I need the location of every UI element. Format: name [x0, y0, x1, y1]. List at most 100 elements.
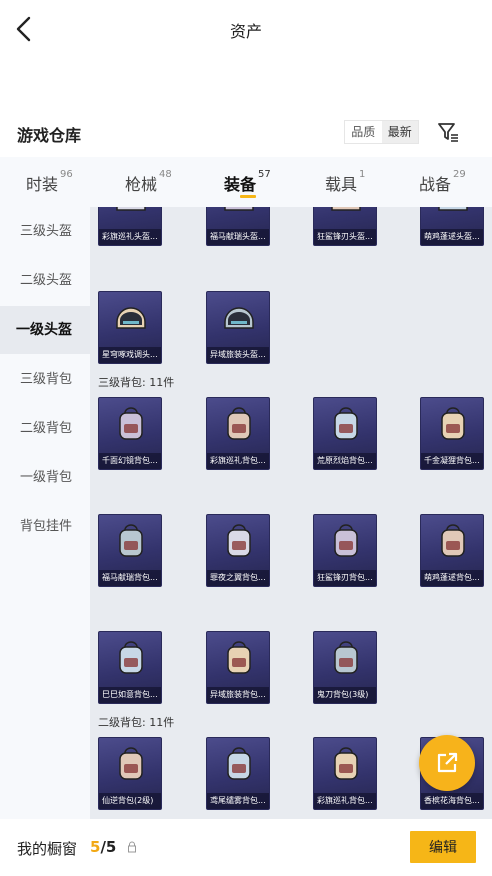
item-grid: 三级背包: 11件 二级背包: 11件 彩旗巡礼头盔... 福马献瑞头盔... 狂鲨… [90, 207, 492, 819]
top-bar: 资产 [0, 0, 492, 58]
item-card[interactable]: 狂鲨锋刃背包... [313, 514, 377, 587]
tab-equipment[interactable]: 装备57 [224, 169, 271, 195]
item-card[interactable]: 福马献瑞背包... [98, 514, 162, 587]
tab-count: 57 [258, 169, 271, 180]
item-card-name: 异域旅装背包... [207, 687, 269, 703]
sidebar-item-level3-helmet[interactable]: 三级头盔 [0, 208, 90, 256]
sidebar-item-backpack-charm[interactable]: 背包挂件 [0, 503, 90, 551]
sidebar-item-level2-helmet[interactable]: 二级头盔 [0, 257, 90, 305]
backpack-icon [227, 747, 251, 780]
backpack-icon [119, 524, 143, 557]
backpack-icon [119, 747, 143, 780]
backpack-icon [334, 641, 358, 674]
item-card-name: 彩旗巡礼头盔... [99, 229, 161, 245]
showcase-current: 5 [90, 838, 101, 856]
helmet-icon [116, 207, 146, 211]
item-card[interactable]: 仙逆背包(2级) [98, 737, 162, 810]
item-card-name: 萌鸡蓬逑背包... [421, 570, 483, 586]
backpack-icon [119, 641, 143, 674]
item-card[interactable]: 狂鲨锋刃头盔... [313, 207, 377, 246]
backpack-icon [334, 407, 358, 440]
item-card[interactable]: 鸢尾缱雾背包... [206, 737, 270, 810]
item-card-name: 仙逆背包(2级) [99, 793, 161, 809]
tab-count: 1 [359, 169, 366, 180]
showcase-count: 5/5 [90, 838, 116, 856]
sort-toggle: 品质 最新 [344, 120, 419, 144]
share-external-icon [437, 752, 458, 773]
item-card[interactable]: 鬼刀背包(3级) [313, 631, 377, 704]
backpack-icon [227, 641, 251, 674]
item-card-name: 狂鲨锋刃背包... [314, 570, 376, 586]
item-card-name: 巳巳如意背包... [99, 687, 161, 703]
item-card-name: 狂鲨锋刃头盔... [314, 229, 376, 245]
tab-combat-gear[interactable]: 战备29 [419, 169, 466, 195]
backpack-icon [227, 407, 251, 440]
active-tab-indicator [240, 195, 256, 198]
item-card-name: 罪夜之翼背包... [207, 570, 269, 586]
showcase-bar: 我的橱窗 5/5 编辑 [0, 819, 492, 876]
tab-firearms[interactable]: 枪械48 [125, 169, 172, 195]
tab-count: 96 [60, 169, 73, 180]
sort-option-quality[interactable]: 品质 [345, 121, 382, 143]
group-label-level2-backpack: 二级背包: 11件 [98, 716, 175, 729]
page-title: 资产 [229, 22, 262, 41]
section-title: 游戏仓库 [17, 126, 82, 145]
item-card[interactable]: 异域旅装头盔... [206, 291, 270, 364]
lock-icon [128, 841, 136, 853]
item-card[interactable]: 星穹啄戏调头... [98, 291, 162, 364]
item-card-name: 荒原烈焰背包... [314, 453, 376, 469]
item-card-name: 鸢尾缱雾背包... [207, 793, 269, 809]
helmet-icon [224, 207, 254, 211]
item-card-name: 福马献瑞头盔... [207, 229, 269, 245]
item-card[interactable]: 千金凝狸背包... [420, 397, 484, 470]
helmet-icon [438, 207, 468, 211]
showcase-label: 我的橱窗 [17, 840, 78, 858]
item-card[interactable]: 萌鸡蓬逑头盔... [420, 207, 484, 246]
edit-button[interactable]: 编辑 [410, 831, 476, 863]
backpack-icon [441, 524, 465, 557]
sidebar-item-level1-backpack[interactable]: 一级背包 [0, 454, 90, 502]
sort-option-latest[interactable]: 最新 [381, 121, 418, 143]
item-card[interactable]: 福马献瑞头盔... [206, 207, 270, 246]
item-card-name: 彩旗巡礼背包... [314, 793, 376, 809]
item-card[interactable]: 彩旗巡礼背包... [313, 737, 377, 810]
backpack-icon [334, 524, 358, 557]
item-card-name: 千面幻镜背包... [99, 453, 161, 469]
item-card[interactable]: 巳巳如意背包... [98, 631, 162, 704]
item-card-name: 鬼刀背包(3级) [314, 687, 376, 703]
filter-icon[interactable] [437, 121, 459, 143]
tab-label: 枪械 [125, 175, 158, 194]
item-card[interactable]: 彩旗巡礼头盔... [98, 207, 162, 246]
tab-label: 装备 [224, 175, 257, 194]
backpack-icon [227, 524, 251, 557]
tab-label: 战备 [419, 175, 452, 194]
helmet-icon [331, 207, 361, 211]
sidebar-item-level3-backpack[interactable]: 三级背包 [0, 356, 90, 404]
item-card[interactable]: 萌鸡蓬逑背包... [420, 514, 484, 587]
item-card[interactable]: 千面幻镜背包... [98, 397, 162, 470]
sidebar-item-level2-backpack[interactable]: 二级背包 [0, 405, 90, 453]
item-card-name: 香槟花海背包... [421, 793, 483, 809]
item-card-name: 彩旗巡礼背包... [207, 453, 269, 469]
tab-count: 29 [453, 169, 466, 180]
item-card[interactable]: 彩旗巡礼背包... [206, 397, 270, 470]
helmet-icon [224, 307, 254, 329]
item-card[interactable]: 荒原烈焰背包... [313, 397, 377, 470]
backpack-icon [334, 747, 358, 780]
backpack-icon [441, 407, 465, 440]
sidebar-item-level1-helmet[interactable]: 一级头盔 [0, 306, 90, 354]
category-tabs: 时装96 枪械48 装备57 载具1 战备29 [0, 157, 492, 207]
helmet-icon [116, 307, 146, 329]
item-card-name: 星穹啄戏调头... [99, 347, 161, 363]
item-card-name: 萌鸡蓬逑头盔... [421, 229, 483, 245]
item-card-name: 福马献瑞背包... [99, 570, 161, 586]
backpack-icon [119, 407, 143, 440]
group-label-level3-backpack: 三级背包: 11件 [98, 376, 175, 389]
tab-vehicles[interactable]: 载具1 [325, 169, 366, 195]
item-card[interactable]: 异域旅装背包... [206, 631, 270, 704]
tab-fashion[interactable]: 时装96 [26, 169, 73, 195]
share-button[interactable] [419, 735, 475, 791]
sidebar: 三级头盔 二级头盔 一级头盔 三级背包 二级背包 一级背包 背包挂件 [0, 207, 90, 819]
item-card[interactable]: 罪夜之翼背包... [206, 514, 270, 587]
tab-label: 时装 [26, 175, 59, 194]
